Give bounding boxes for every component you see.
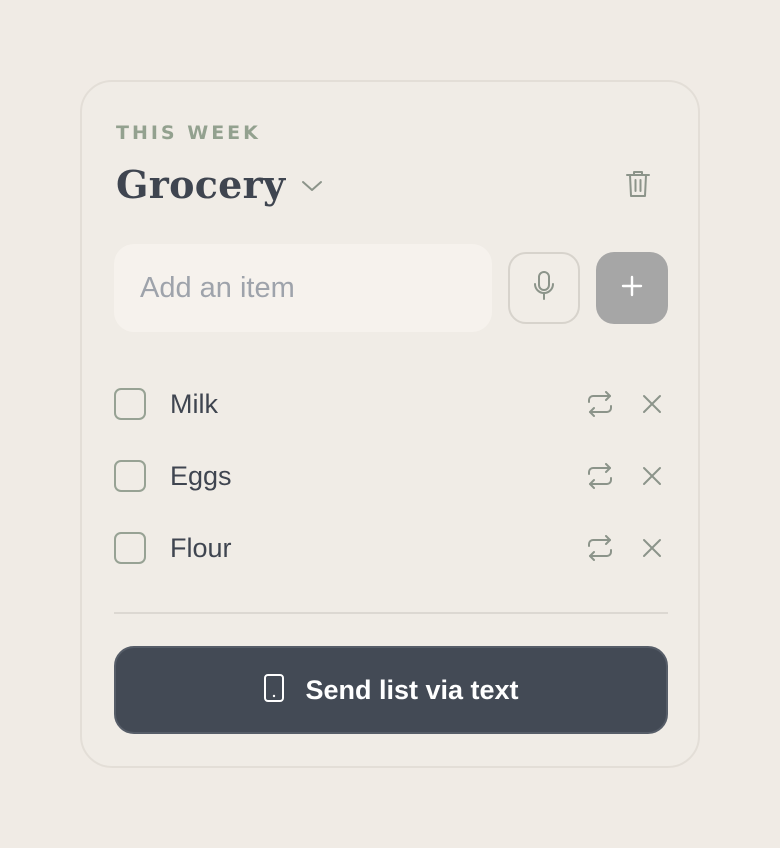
add-item-button[interactable] <box>596 252 668 324</box>
trash-icon <box>625 169 651 204</box>
list-item: Eggs <box>114 440 668 512</box>
chevron-down-icon <box>301 179 323 198</box>
item-checkbox[interactable] <box>114 532 146 564</box>
item-actions <box>584 368 668 440</box>
item-checkbox[interactable] <box>114 460 146 492</box>
list-item: Flour <box>114 512 668 584</box>
item-label: Flour <box>170 532 232 563</box>
divider <box>114 612 668 614</box>
add-item-input[interactable] <box>114 244 492 332</box>
repeat-icon[interactable] <box>584 532 616 564</box>
microphone-icon <box>532 270 556 307</box>
close-icon[interactable] <box>636 388 668 420</box>
repeat-icon[interactable] <box>584 460 616 492</box>
close-icon[interactable] <box>636 460 668 492</box>
item-actions <box>584 440 668 512</box>
add-item-field <box>114 244 492 332</box>
item-label: Milk <box>170 388 218 419</box>
voice-input-button[interactable] <box>508 252 580 324</box>
grocery-list-card: THIS WEEK Grocery Add an item Milk Eggs … <box>80 80 700 768</box>
item-label: Eggs <box>170 460 232 491</box>
plus-icon <box>620 274 644 303</box>
send-button-label: Send list via text <box>305 674 519 705</box>
repeat-icon[interactable] <box>584 388 616 420</box>
close-icon[interactable] <box>636 532 668 564</box>
list-selector[interactable]: Grocery <box>116 162 323 207</box>
item-checkbox[interactable] <box>114 388 146 420</box>
list-title: Grocery <box>116 162 286 207</box>
item-list: Milk Eggs Flour <box>114 368 668 584</box>
list-item: Milk <box>114 368 668 440</box>
send-list-via-text-button[interactable]: Send list via text <box>114 646 668 734</box>
phone-icon <box>263 673 285 708</box>
item-actions <box>584 512 668 584</box>
list-period-label: THIS WEEK <box>116 122 261 144</box>
delete-list-button[interactable] <box>620 168 656 204</box>
